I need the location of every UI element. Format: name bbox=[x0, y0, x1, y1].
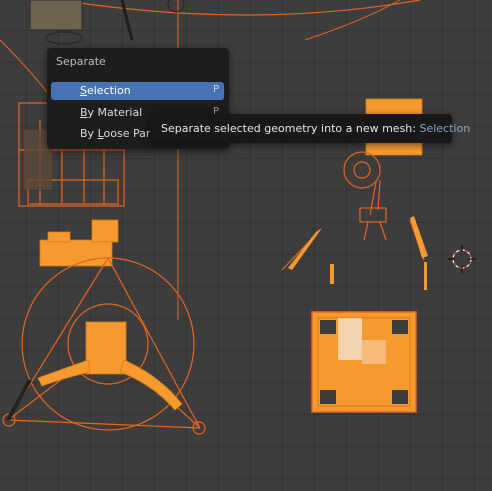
shortcut-key: P bbox=[212, 84, 219, 95]
object-figure-part bbox=[330, 264, 334, 284]
menu-item-label: Selection bbox=[80, 84, 131, 97]
object-ellipse-top bbox=[45, 31, 83, 45]
object-crate-top bbox=[29, 0, 83, 31]
object-tripod-body bbox=[37, 321, 183, 411]
menu-item-label: By Loose Parts bbox=[80, 127, 161, 140]
object-figure-arm-right bbox=[410, 216, 428, 258]
tooltip: Separate selected geometry into a new me… bbox=[150, 114, 470, 143]
tooltip-text: Separate selected geometry into a new me… bbox=[161, 122, 471, 135]
menu-item-label: By Material bbox=[80, 106, 143, 119]
3d-cursor-icon[interactable] bbox=[448, 245, 476, 273]
object-figure-arm-left bbox=[288, 228, 322, 270]
wire-arc-top bbox=[59, 0, 421, 16]
object-ring-top bbox=[167, 0, 185, 13]
menu-title: Separate bbox=[56, 55, 106, 68]
tooltip-hint: Selection bbox=[419, 122, 471, 135]
object-block-left bbox=[39, 219, 119, 267]
object-tripod-pole bbox=[6, 379, 32, 421]
object-figure-part-2 bbox=[424, 262, 427, 290]
menu-item-selection[interactable]: Selection P bbox=[51, 82, 224, 100]
object-pole-top bbox=[120, 0, 134, 41]
object-crate-right bbox=[311, 311, 417, 413]
